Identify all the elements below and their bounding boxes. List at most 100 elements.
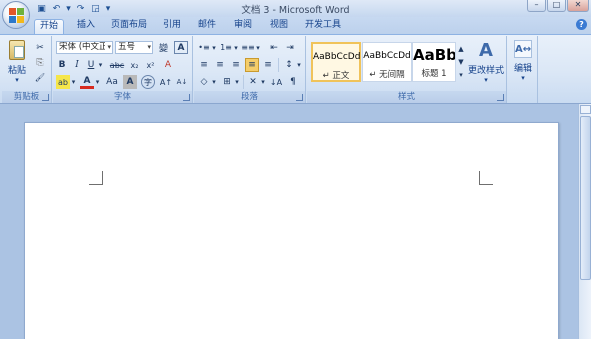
chevron-down-icon[interactable]: ▾: [260, 75, 266, 89]
minimize-button[interactable]: –: [527, 0, 546, 12]
align-left-button[interactable]: ≡: [197, 58, 211, 72]
paste-button[interactable]: 粘贴 ▾: [4, 38, 30, 86]
chevron-down-icon[interactable]: ▾: [94, 75, 101, 89]
enclose-chars-button[interactable]: 字: [141, 75, 155, 89]
paste-dropdown-icon: ▾: [15, 76, 19, 84]
increase-indent-button[interactable]: ⇥: [283, 41, 297, 54]
tab-view[interactable]: 视图: [265, 19, 293, 34]
char-border-button[interactable]: A: [174, 41, 188, 54]
phonetic-guide-button[interactable]: 變: [156, 41, 171, 54]
font-name-select[interactable]: 宋体 (中文正文) ▾: [56, 41, 113, 54]
styles-more-icon[interactable]: ▾: [457, 68, 465, 81]
change-styles-button[interactable]: A 更改样式 ▾: [467, 38, 505, 88]
find-replace-icon: A↔: [514, 40, 532, 58]
styles-scroll-up-icon[interactable]: ▲: [457, 42, 465, 55]
strikethrough-button[interactable]: abc: [109, 58, 125, 72]
chevron-down-icon: ▾: [521, 74, 525, 82]
decrease-indent-button[interactable]: ⇤: [267, 41, 281, 54]
tab-review[interactable]: 审阅: [229, 19, 257, 34]
redo-icon[interactable]: ↷: [74, 2, 87, 15]
style-card-normal[interactable]: AaBbCcDd ↵ 正文: [311, 42, 361, 82]
styles-scroll-down-icon[interactable]: ▼: [457, 55, 465, 68]
group-font: 宋体 (中文正文) ▾ 五号 ▾ 變 A B I U ▾ abc x₂ x² A…: [53, 36, 193, 103]
paragraph-launcher-icon[interactable]: [296, 94, 303, 101]
clear-formatting-button[interactable]: A: [161, 58, 175, 72]
editing-button[interactable]: A↔ 编辑 ▾: [510, 38, 536, 88]
align-right-button[interactable]: ≡: [229, 58, 243, 72]
ruler-toggle-icon[interactable]: [580, 105, 591, 114]
style-preview: AaBb: [413, 46, 456, 64]
line-spacing-button[interactable]: ↕: [282, 58, 296, 72]
clipboard-launcher-icon[interactable]: [42, 94, 49, 101]
close-button[interactable]: ✕: [567, 0, 589, 12]
copy-icon[interactable]: ⎘: [33, 56, 47, 69]
ribbon: 粘贴 ▾ ✂ ⎘ 🖌 剪贴板 宋体 (中文正文) ▾ 五号 ▾ 變 A B I …: [0, 34, 591, 104]
underline-button[interactable]: U: [85, 58, 97, 72]
font-color-button[interactable]: A: [80, 75, 94, 89]
document-page[interactable]: [24, 122, 559, 339]
chevron-down-icon: ▾: [107, 43, 111, 51]
customize-qat-button[interactable]: ▾: [104, 2, 112, 15]
chevron-down-icon: ▾: [147, 43, 151, 51]
sort-button[interactable]: ↓A: [269, 75, 283, 89]
cut-icon[interactable]: ✂: [33, 41, 47, 54]
styles-launcher-icon[interactable]: [497, 94, 504, 101]
highlight-button[interactable]: ab: [56, 75, 70, 89]
grow-font-button[interactable]: A↑: [159, 75, 173, 89]
office-button[interactable]: [2, 1, 30, 29]
change-case-button[interactable]: Aa: [104, 75, 120, 89]
margin-corner-marker: [479, 171, 493, 185]
tab-references[interactable]: 引用: [158, 19, 186, 34]
distributed-button[interactable]: ≡: [261, 58, 275, 72]
bullets-button[interactable]: •≡: [197, 41, 211, 54]
align-center-button[interactable]: ≡: [213, 58, 227, 72]
vertical-scrollbar[interactable]: [578, 104, 591, 339]
numbering-button[interactable]: 1≡: [219, 41, 233, 54]
italic-button[interactable]: I: [71, 58, 83, 72]
maximize-button[interactable]: □: [547, 0, 566, 12]
change-styles-icon: A: [479, 40, 493, 61]
borders-button[interactable]: ⊞: [220, 75, 234, 89]
justify-button[interactable]: ≡: [245, 58, 259, 72]
chevron-down-icon[interactable]: ▾: [234, 75, 240, 89]
tab-home[interactable]: 开始: [34, 19, 64, 34]
editing-label: 编辑: [513, 64, 532, 74]
chevron-down-icon[interactable]: ▾: [255, 41, 261, 54]
shading-button[interactable]: ◇: [197, 75, 211, 89]
chevron-down-icon[interactable]: ▾: [211, 75, 217, 89]
format-painter-icon[interactable]: 🖌: [33, 71, 47, 84]
style-card-no-spacing[interactable]: AaBbCcDd ↵ 无间隔: [362, 42, 412, 82]
scrollbar-thumb[interactable]: [580, 116, 591, 280]
undo-dropdown[interactable]: ▾: [65, 2, 72, 15]
bold-button[interactable]: B: [56, 58, 68, 72]
chinese-layout-button[interactable]: ✕: [246, 75, 260, 89]
help-icon[interactable]: ?: [576, 19, 587, 30]
shrink-font-button[interactable]: A↓: [175, 75, 189, 89]
chevron-down-icon[interactable]: ▾: [97, 58, 104, 72]
tab-mailings[interactable]: 邮件: [193, 19, 221, 34]
style-card-heading1[interactable]: AaBb 标题 1: [412, 42, 456, 82]
tab-page-layout[interactable]: 页面布局: [107, 19, 151, 34]
style-preview: AaBbCcDd: [363, 51, 411, 61]
window-controls: – □ ✕: [527, 0, 589, 12]
chevron-down-icon: ▾: [484, 76, 488, 84]
font-launcher-icon[interactable]: [183, 94, 190, 101]
separator: [243, 75, 244, 89]
tab-insert[interactable]: 插入: [71, 19, 101, 34]
chevron-down-icon[interactable]: ▾: [233, 41, 239, 54]
print-preview-icon[interactable]: ◲: [89, 2, 102, 15]
show-marks-button[interactable]: ¶: [286, 75, 300, 89]
char-shading-button[interactable]: A: [123, 75, 137, 89]
font-size-select[interactable]: 五号 ▾: [115, 41, 153, 54]
separator: [278, 58, 279, 72]
chevron-down-icon[interactable]: ▾: [211, 41, 217, 54]
superscript-button[interactable]: x²: [144, 58, 157, 72]
chevron-down-icon[interactable]: ▾: [70, 75, 77, 89]
undo-icon[interactable]: ↶: [50, 2, 63, 15]
multilevel-list-button[interactable]: ≡≡: [241, 41, 255, 54]
chevron-down-icon[interactable]: ▾: [296, 58, 302, 72]
tab-developer[interactable]: 开发工具: [301, 19, 345, 34]
save-icon[interactable]: ▣: [35, 2, 48, 15]
group-label-styles: 样式: [307, 91, 506, 103]
subscript-button[interactable]: x₂: [128, 58, 141, 72]
